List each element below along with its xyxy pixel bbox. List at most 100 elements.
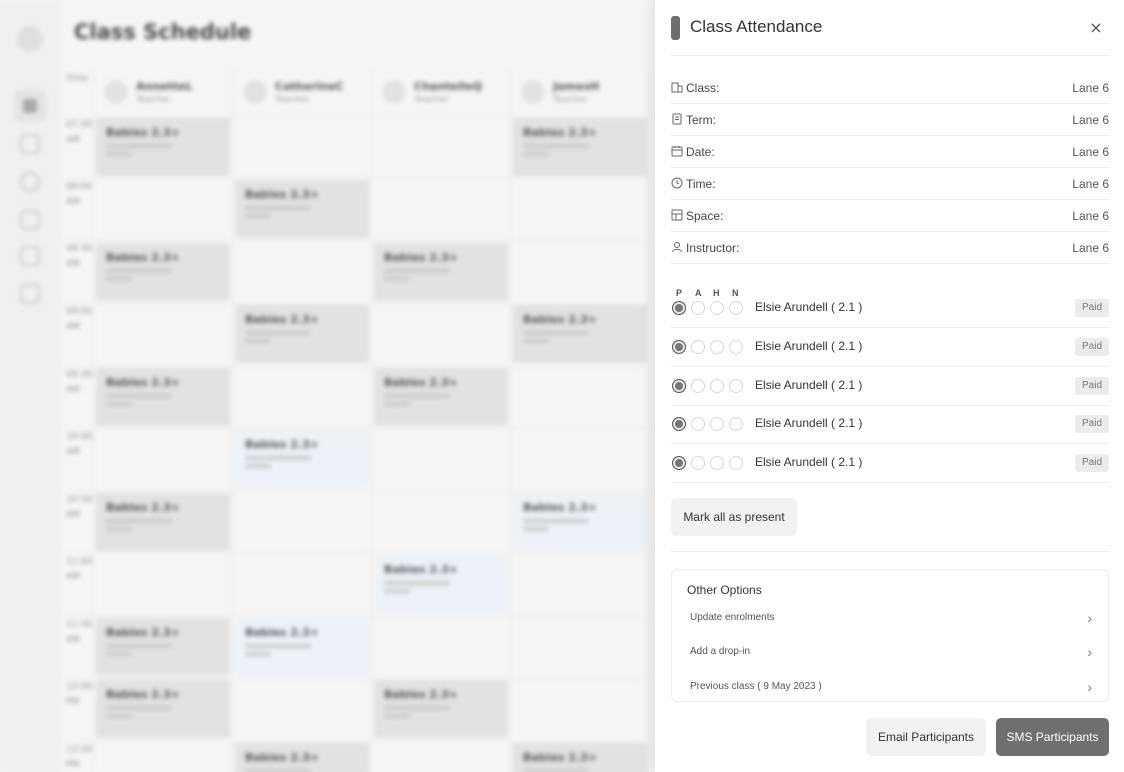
grid-line bbox=[60, 428, 660, 429]
grid-line bbox=[60, 366, 660, 367]
time-label: 08:30 AM bbox=[66, 244, 92, 269]
payment-status-badge: Paid bbox=[1074, 454, 1109, 472]
participant-row: Elsie Arundell ( 2.1 ) Paid bbox=[671, 289, 1109, 328]
info-label: Space: bbox=[686, 209, 724, 223]
info-value: Lane 6 bbox=[1072, 241, 1109, 255]
option-label: Previous class ( 9 May 2023 ) bbox=[690, 681, 822, 692]
none-radio[interactable] bbox=[729, 456, 743, 470]
class-card[interactable]: Babies 2.3+ bbox=[96, 493, 230, 551]
none-radio[interactable] bbox=[729, 301, 743, 315]
add-nav-icon[interactable] bbox=[20, 284, 40, 304]
info-row-instructor: Instructor: Lane 6 bbox=[671, 232, 1109, 264]
archive-nav-icon[interactable] bbox=[20, 210, 40, 230]
email-participants-button[interactable]: Email Participants bbox=[866, 718, 986, 756]
class-card[interactable]: Babies 2.3+ bbox=[374, 368, 508, 426]
chevron-right-icon: › bbox=[1087, 610, 1092, 626]
absent-radio[interactable] bbox=[691, 379, 705, 393]
info-label: Term: bbox=[686, 113, 716, 127]
option-label: Update enrolments bbox=[690, 612, 775, 623]
absent-radio[interactable] bbox=[691, 301, 705, 315]
class-card[interactable]: Babies 2.3+ bbox=[513, 305, 647, 363]
class-card-title: Babies 2.3+ bbox=[523, 126, 597, 139]
class-card-title: Babies 2.3+ bbox=[106, 251, 180, 264]
class-card-title: Babies 2.3+ bbox=[523, 501, 597, 514]
class-card[interactable]: Babies 2.3+ bbox=[235, 305, 369, 363]
class-card[interactable]: Babies 2.3+ bbox=[96, 618, 230, 676]
holiday-radio[interactable] bbox=[710, 379, 724, 393]
present-radio[interactable] bbox=[672, 301, 686, 315]
none-radio[interactable] bbox=[729, 340, 743, 354]
person-icon bbox=[672, 242, 682, 253]
time-label: 11:30 AM bbox=[66, 620, 92, 645]
grid-line bbox=[60, 491, 660, 492]
grid-line bbox=[60, 553, 660, 554]
class-card-title: Babies 2.3+ bbox=[245, 626, 319, 639]
info-label: Instructor: bbox=[686, 241, 740, 255]
update-enrolments-option[interactable]: Update enrolments › bbox=[672, 602, 1108, 636]
holiday-radio[interactable] bbox=[710, 417, 724, 431]
teacher-name: AnnetteL bbox=[136, 80, 193, 93]
class-card[interactable]: Babies 2.3+ bbox=[374, 243, 508, 301]
class-card[interactable]: Babies 2.3+ bbox=[96, 368, 230, 426]
time-label: 08:00 AM bbox=[66, 182, 92, 207]
panel-title: Class Attendance bbox=[690, 17, 823, 36]
class-card[interactable]: Babies 2.3+ bbox=[513, 743, 647, 772]
previous-class-option[interactable]: Previous class ( 9 May 2023 ) › bbox=[672, 671, 1108, 701]
info-row-date: Date: Lane 6 bbox=[671, 136, 1109, 168]
class-card[interactable]: Babies 2.3+ bbox=[235, 180, 369, 238]
holiday-radio[interactable] bbox=[710, 340, 724, 354]
close-button[interactable]: × bbox=[1086, 18, 1106, 38]
holiday-radio[interactable] bbox=[710, 301, 724, 315]
class-card-title: Babies 2.3+ bbox=[245, 751, 319, 764]
class-card[interactable]: Babies 2.3+ bbox=[235, 430, 369, 488]
class-card[interactable]: Babies 2.3+ bbox=[96, 243, 230, 301]
participant-name[interactable]: Elsie Arundell ( 2.1 ) bbox=[755, 455, 862, 469]
time-label: 07:30 AM bbox=[66, 120, 92, 145]
class-card[interactable]: Babies 2.3+ bbox=[374, 555, 508, 613]
holiday-radio[interactable] bbox=[710, 456, 724, 470]
class-card[interactable]: Babies 2.3+ bbox=[374, 680, 508, 738]
schedule-nav-icon[interactable] bbox=[14, 90, 46, 122]
teacher-column-header[interactable]: ChantelleQ Teacher bbox=[372, 70, 509, 116]
participant-name[interactable]: Elsie Arundell ( 2.1 ) bbox=[755, 339, 862, 353]
participant-name[interactable]: Elsie Arundell ( 2.1 ) bbox=[755, 300, 862, 314]
divider bbox=[671, 55, 1109, 56]
mark-all-present-button[interactable]: Mark all as present bbox=[671, 498, 797, 536]
teacher-column-header[interactable]: JamesH Teacher bbox=[511, 70, 648, 116]
absent-radio[interactable] bbox=[691, 456, 705, 470]
absent-radio[interactable] bbox=[691, 340, 705, 354]
none-radio[interactable] bbox=[729, 417, 743, 431]
class-card[interactable]: Babies 2.3+ bbox=[96, 680, 230, 738]
info-value: Lane 6 bbox=[1072, 81, 1109, 95]
calendar-nav-icon[interactable] bbox=[20, 134, 40, 154]
time-label: 12:30 PM bbox=[66, 745, 92, 770]
participant-name[interactable]: Elsie Arundell ( 2.1 ) bbox=[755, 416, 862, 430]
absent-radio[interactable] bbox=[691, 417, 705, 431]
none-radio[interactable] bbox=[729, 379, 743, 393]
teacher-name: ChantelleQ bbox=[414, 80, 483, 93]
class-card[interactable]: Babies 2.3+ bbox=[96, 118, 230, 176]
chevron-right-icon: › bbox=[1087, 679, 1092, 695]
present-radio[interactable] bbox=[672, 340, 686, 354]
avatar bbox=[104, 80, 128, 104]
class-card-title: Babies 2.3+ bbox=[106, 126, 180, 139]
present-radio[interactable] bbox=[672, 417, 686, 431]
present-radio[interactable] bbox=[672, 456, 686, 470]
add-drop-in-option[interactable]: Add a drop-in › bbox=[672, 636, 1108, 670]
sms-participants-button[interactable]: SMS Participants bbox=[996, 718, 1109, 756]
users-nav-icon[interactable] bbox=[20, 172, 40, 192]
participant-name[interactable]: Elsie Arundell ( 2.1 ) bbox=[755, 378, 862, 392]
class-card[interactable]: Babies 2.3+ bbox=[513, 118, 647, 176]
class-card[interactable]: Babies 2.3+ bbox=[235, 743, 369, 772]
class-card[interactable]: Babies 2.3+ bbox=[235, 618, 369, 676]
teacher-column-header[interactable]: AnnetteL Teacher bbox=[94, 70, 231, 116]
class-card[interactable]: Babies 2.3+ bbox=[513, 493, 647, 551]
info-row-class: Class: Lane 6 bbox=[671, 72, 1109, 104]
message-nav-icon[interactable] bbox=[20, 246, 40, 266]
teacher-column-header[interactable]: CatherineC Teacher bbox=[233, 70, 370, 116]
teacher-role: Teacher bbox=[136, 95, 171, 105]
payment-status-badge: Paid bbox=[1074, 338, 1109, 356]
teacher-name: JamesH bbox=[553, 80, 600, 93]
grid-line bbox=[60, 178, 660, 179]
present-radio[interactable] bbox=[672, 379, 686, 393]
